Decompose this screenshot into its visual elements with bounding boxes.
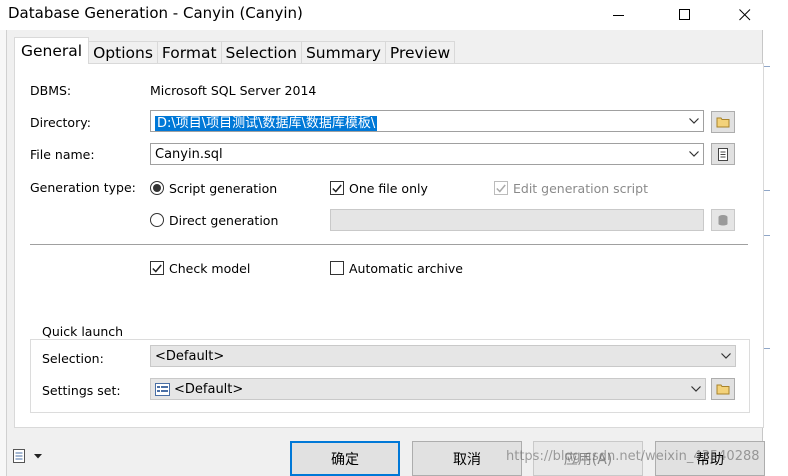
database-icon <box>718 215 728 226</box>
tab-options[interactable]: Options <box>88 41 158 64</box>
folder-icon <box>716 384 730 395</box>
filename-combobox[interactable]: Canyin.sql <box>150 143 704 165</box>
quick-launch-title: Quick launch <box>40 324 126 339</box>
filename-label: File name: <box>30 147 95 162</box>
maximize-button[interactable] <box>662 0 708 30</box>
chevron-down-icon[interactable] <box>717 353 735 359</box>
direct-generation-radio[interactable] <box>150 213 164 227</box>
check-model-label[interactable]: Check model <box>169 261 250 276</box>
chevron-down-icon[interactable] <box>685 151 703 157</box>
script-generation-label[interactable]: Script generation <box>169 181 277 196</box>
directory-combobox[interactable]: D:\项目\项目测试\数据库\数据库模板\ <box>150 110 704 132</box>
minimize-button[interactable] <box>596 0 642 30</box>
tab-format[interactable]: Format <box>156 41 222 64</box>
close-button[interactable] <box>722 0 768 30</box>
direct-generation-label[interactable]: Direct generation <box>169 213 278 228</box>
window-title: Database Generation - Canyin (Canyin) <box>8 4 303 22</box>
watermark-text: https://blog.csdn.net/weixin_43540288 <box>506 449 760 464</box>
settings-set-label: Settings set: <box>42 383 121 398</box>
directory-label: Directory: <box>30 115 91 130</box>
close-icon <box>739 9 751 21</box>
minimize-icon <box>613 15 624 16</box>
tab-general[interactable]: General <box>14 37 90 64</box>
data-source-field <box>330 209 704 231</box>
one-file-only-checkbox[interactable] <box>330 181 344 195</box>
chevron-down-icon[interactable] <box>687 386 705 392</box>
directory-value: D:\项目\项目测试\数据库\数据库模板\ <box>155 115 378 131</box>
script-generation-radio[interactable] <box>150 181 164 195</box>
checkmark-icon <box>496 184 506 193</box>
ok-button[interactable]: 确定 <box>290 441 400 476</box>
check-model-checkbox[interactable] <box>150 261 164 275</box>
automatic-archive-label[interactable]: Automatic archive <box>349 261 463 276</box>
folder-icon <box>716 117 730 128</box>
settings-folder-button[interactable] <box>711 378 735 400</box>
tab-strip: General Options Format Selection Summary… <box>14 37 456 64</box>
filename-value: Canyin.sql <box>155 146 223 162</box>
background-line <box>763 66 770 67</box>
dropdown-arrow-icon <box>34 453 42 458</box>
document-icon <box>718 147 728 161</box>
data-source-button <box>711 209 735 231</box>
background-window-left-edge <box>0 30 7 476</box>
chevron-down-icon[interactable] <box>685 118 703 124</box>
dbms-value: Microsoft SQL Server 2014 <box>150 83 317 98</box>
background-line <box>763 348 770 349</box>
options-menu-button[interactable] <box>12 448 42 464</box>
settings-list-icon <box>155 382 170 396</box>
maximize-icon <box>679 9 690 20</box>
settings-set-combobox[interactable]: <Default> <box>150 378 706 400</box>
dbms-label: DBMS: <box>30 83 72 98</box>
tab-selection[interactable]: Selection <box>220 41 302 64</box>
edit-generation-script-checkbox[interactable] <box>494 181 508 195</box>
separator-line <box>30 244 748 245</box>
checkmark-icon <box>332 184 342 193</box>
background-line <box>763 190 770 191</box>
browse-directory-button[interactable] <box>711 111 735 133</box>
title-bar[interactable]: Database Generation - Canyin (Canyin) <box>0 0 788 30</box>
generation-type-label: Generation type: <box>30 180 136 195</box>
background-window-right-edge <box>762 30 788 476</box>
open-file-button[interactable] <box>711 143 735 165</box>
tab-summary[interactable]: Summary <box>300 41 386 64</box>
tab-preview[interactable]: Preview <box>384 41 456 64</box>
checkmark-icon <box>152 264 162 273</box>
selection-combobox[interactable]: <Default> <box>150 345 736 367</box>
settings-set-value: <Default> <box>174 381 244 397</box>
one-file-only-label[interactable]: One file only <box>349 181 428 196</box>
background-line <box>763 235 770 236</box>
settings-document-icon <box>13 449 25 463</box>
selection-value: <Default> <box>155 348 225 364</box>
automatic-archive-checkbox[interactable] <box>330 261 344 275</box>
selection-label: Selection: <box>42 351 104 366</box>
edit-generation-script-label: Edit generation script <box>513 181 648 196</box>
